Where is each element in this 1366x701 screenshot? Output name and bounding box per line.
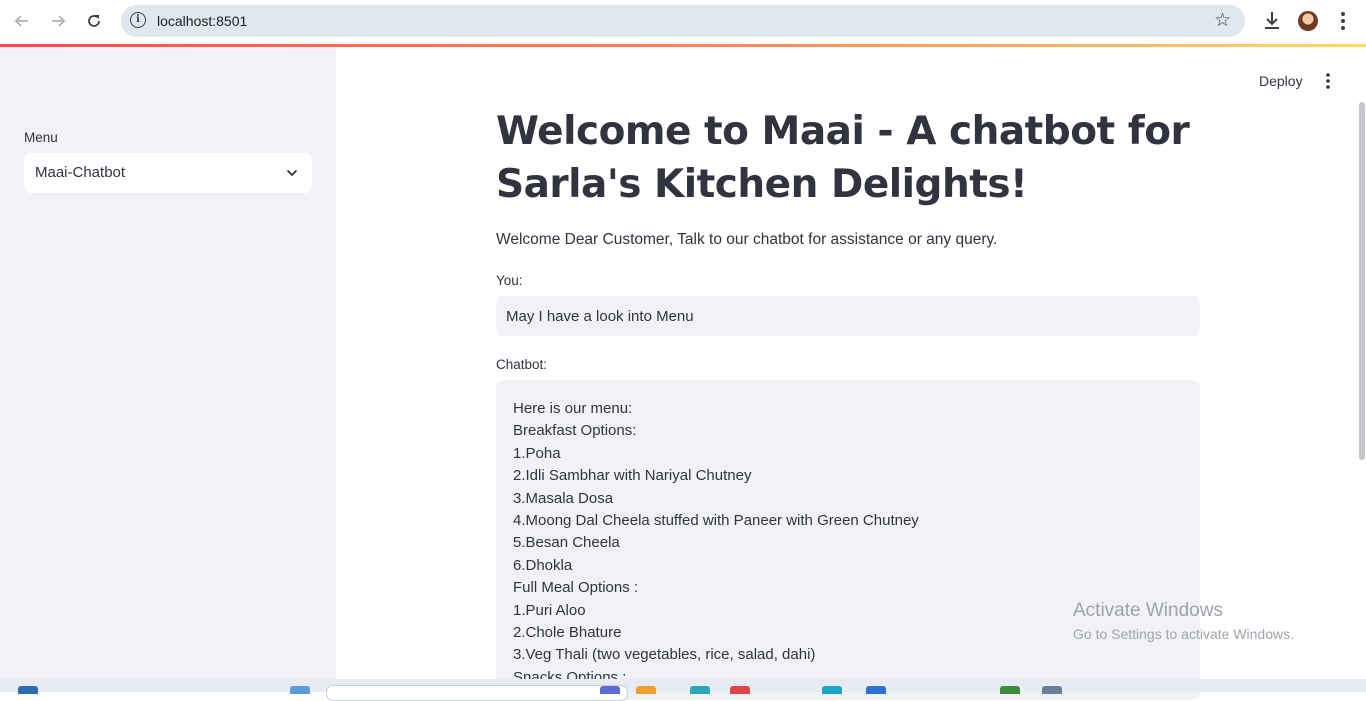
app-icon[interactable] bbox=[636, 686, 656, 694]
sidebar: Menu Maai-Chatbot bbox=[0, 47, 336, 692]
page-title: Welcome to Maai - A chatbot for Sarla's … bbox=[496, 109, 1190, 207]
avatar-icon[interactable] bbox=[1298, 11, 1318, 31]
watermark-title: Activate Windows bbox=[1073, 600, 1223, 621]
deploy-button[interactable]: Deploy bbox=[1259, 73, 1303, 89]
response-line: 1.Poha bbox=[513, 444, 561, 462]
download-icon[interactable] bbox=[1261, 9, 1283, 33]
you-label: You: bbox=[496, 273, 523, 288]
taskbar-search[interactable] bbox=[326, 685, 628, 701]
menu-select-value[interactable]: Maai-Chatbot bbox=[35, 164, 125, 181]
chevron-down-icon[interactable] bbox=[286, 167, 298, 179]
response-line: 3.Masala Dosa bbox=[513, 489, 614, 507]
forward-icon[interactable] bbox=[45, 8, 71, 34]
response-line: Full Meal Options : bbox=[513, 579, 639, 597]
chatbot-response-area[interactable]: Here is our menu: Breakfast Options: 1.P… bbox=[496, 380, 1200, 700]
address-bar[interactable]: i localhost:8501 ☆ bbox=[121, 5, 1245, 37]
response-line: 3.Veg Thali (two vegetables, rice, salad… bbox=[513, 646, 816, 664]
app-icon[interactable] bbox=[690, 686, 710, 694]
app-icon[interactable] bbox=[866, 686, 886, 694]
response-line: 2.Idli Sambhar with Nariyal Chutney bbox=[513, 467, 752, 485]
taskview-icon[interactable] bbox=[290, 686, 310, 694]
user-input-field[interactable]: May I have a look into Menu bbox=[496, 296, 1200, 336]
app-icon[interactable] bbox=[600, 686, 620, 694]
response-line: 2.Chole Bhature bbox=[513, 624, 622, 642]
user-input-value[interactable]: May I have a look into Menu bbox=[506, 308, 694, 325]
start-icon[interactable] bbox=[18, 686, 38, 694]
response-line: 4.Moong Dal Cheela stuffed with Paneer w… bbox=[513, 512, 919, 530]
watermark-subtitle: Go to Settings to activate Windows. bbox=[1073, 626, 1294, 642]
scrollbar[interactable] bbox=[1359, 102, 1365, 460]
activate-windows-watermark: Activate Windows Go to Settings to activ… bbox=[1073, 600, 1294, 642]
taskbar bbox=[0, 679, 1366, 701]
response-line: 1.Puri Aloo bbox=[513, 601, 586, 619]
vertical-dots-icon[interactable] bbox=[1336, 10, 1350, 32]
chatbot-label: Chatbot: bbox=[496, 357, 548, 372]
response-line: 5.Besan Cheela bbox=[513, 534, 620, 552]
response-line: 6.Dhokla bbox=[513, 556, 573, 574]
response-line: Here is our menu: bbox=[513, 400, 633, 417]
page-subtitle: Welcome Dear Customer, Talk to our chatb… bbox=[496, 231, 998, 248]
url-text[interactable]: localhost:8501 bbox=[157, 13, 247, 29]
back-icon[interactable] bbox=[9, 8, 35, 34]
info-icon[interactable]: i bbox=[130, 12, 146, 28]
app-icon[interactable] bbox=[1000, 686, 1020, 694]
main-menu-icon[interactable] bbox=[1324, 72, 1332, 90]
menu-label: Menu bbox=[24, 130, 58, 145]
menu-select[interactable]: Maai-Chatbot bbox=[24, 153, 312, 193]
reload-icon[interactable] bbox=[81, 8, 107, 34]
browser-toolbar: i localhost:8501 ☆ bbox=[0, 0, 1366, 44]
response-line: Breakfast Options: bbox=[513, 422, 637, 440]
browser-icon[interactable] bbox=[730, 686, 750, 694]
app-icon[interactable] bbox=[1042, 686, 1062, 694]
main-content: Deploy Welcome to Maai - A chatbot for S… bbox=[336, 47, 1366, 700]
chatbot-response-lines: Here is our menu: Breakfast Options: 1.P… bbox=[513, 398, 919, 689]
star-icon[interactable]: ☆ bbox=[1214, 9, 1231, 32]
app-icon[interactable] bbox=[822, 686, 842, 694]
